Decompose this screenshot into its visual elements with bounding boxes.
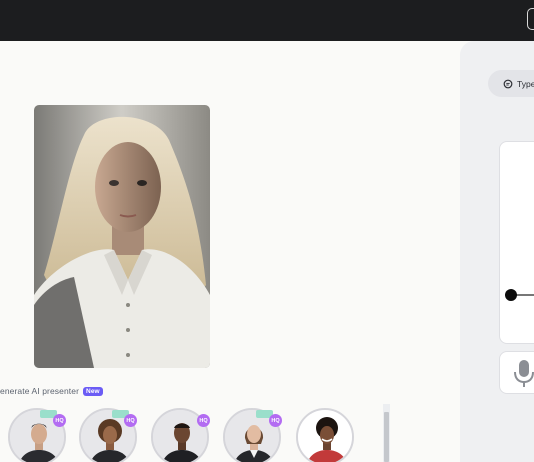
generate-ai-presenter-label[interactable]: enerate AI presenter New (0, 384, 103, 398)
type-tab[interactable]: Type (488, 70, 534, 97)
type-tab-label: Type (517, 78, 534, 89)
hq-badge-3: HQ (197, 414, 210, 427)
timeline-slider-handle[interactable] (505, 289, 517, 301)
voice-input-button[interactable] (499, 351, 534, 394)
hq-badge-2: HQ (124, 414, 137, 427)
presenter-thumb-5[interactable] (296, 408, 354, 462)
top-bar-action-button[interactable] (527, 8, 534, 30)
presenter-preview-image (34, 105, 210, 368)
script-editor[interactable] (499, 141, 534, 344)
new-badge: New (83, 386, 103, 396)
hq-badge-4: HQ (269, 414, 282, 427)
chat-bubble-icon (503, 79, 513, 88)
microphone-icon (514, 360, 534, 387)
hq-badge-1: HQ (53, 414, 66, 427)
top-bar (0, 0, 534, 41)
timeline-slider-track[interactable] (516, 294, 534, 296)
generate-ai-presenter-text: enerate AI presenter (0, 386, 80, 396)
presenter-list-scroll-thumb[interactable] (384, 412, 389, 462)
